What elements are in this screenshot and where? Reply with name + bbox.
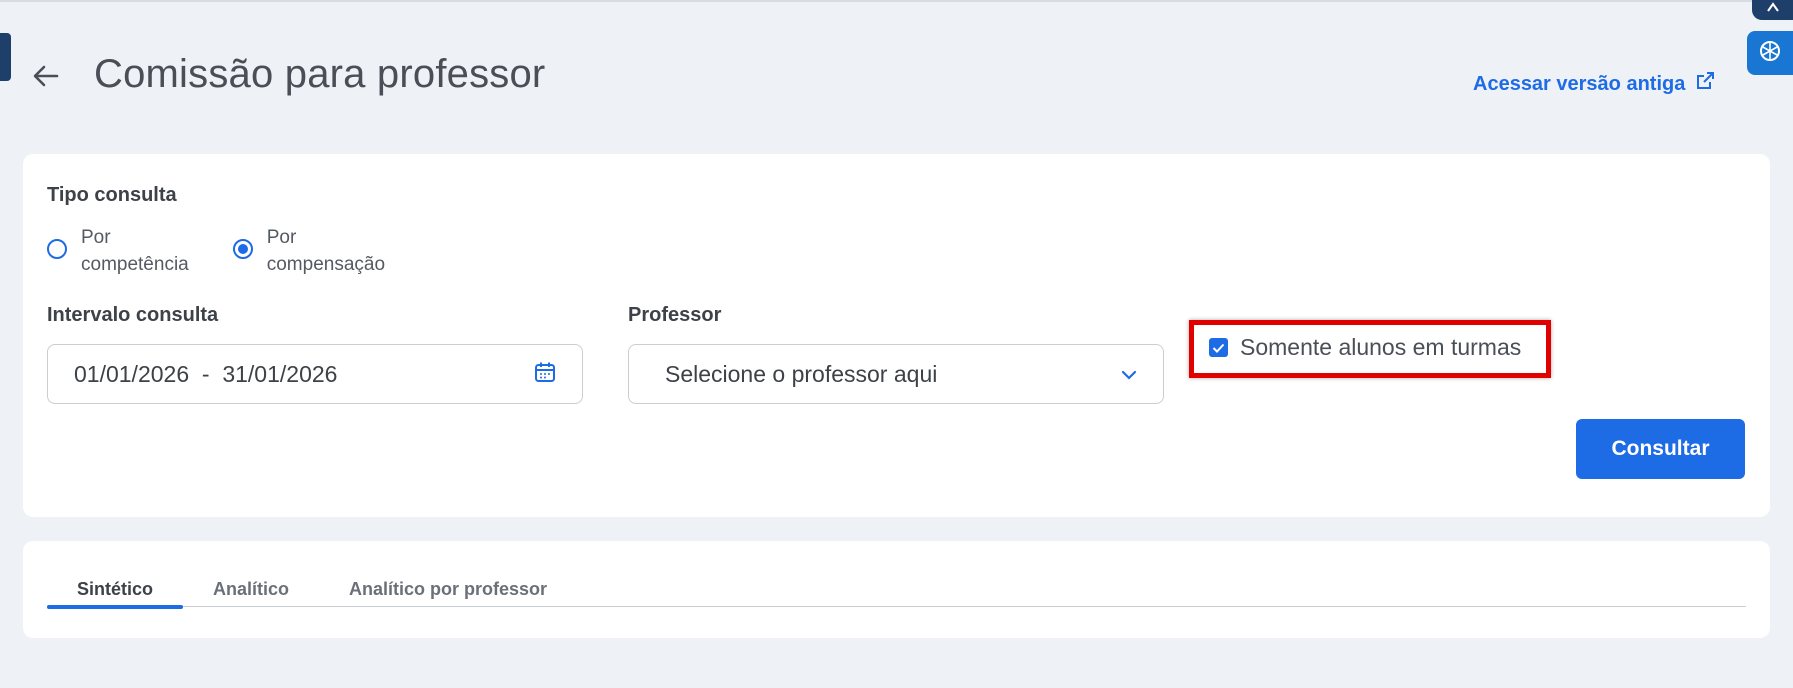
professor-label: Professor (628, 304, 722, 326)
calendar-icon[interactable] (534, 361, 556, 387)
arrow-left-icon (33, 65, 59, 91)
only-students-in-classes-checkbox[interactable]: Somente alunos em turmas (1209, 334, 1521, 361)
tab-sintetico[interactable]: Sintético (47, 571, 184, 609)
chevron-down-icon (1121, 365, 1137, 384)
extension-button[interactable] (1752, 0, 1793, 20)
radio-por-compensacao[interactable]: Por compensação (232, 224, 386, 278)
page-title: Comissão para professor (94, 52, 546, 96)
radio-label: Por competência (81, 227, 189, 275)
page: Comissão para professor Acessar versão a… (0, 0, 1793, 688)
query-type-label: Tipo consulta (47, 184, 177, 206)
results-tabs: Sintético Analítico Analítico por profes… (47, 571, 1746, 609)
interval-label: Intervalo consulta (47, 304, 219, 326)
old-version-label: Acessar versão antiga (1473, 72, 1686, 95)
query-type-radio-group: Por competência Por compensação (47, 224, 385, 278)
external-link-icon (1695, 71, 1715, 97)
top-divider (0, 0, 1793, 2)
side-menu-toggle[interactable] (0, 33, 11, 81)
date-range-value: 01/01/2026 - 31/01/2026 (74, 360, 338, 387)
back-button[interactable] (30, 62, 62, 94)
consultar-button[interactable]: Consultar (1576, 419, 1745, 479)
tab-analitico[interactable]: Analítico (183, 571, 319, 607)
date-range-picker[interactable]: 01/01/2026 - 31/01/2026 (47, 344, 583, 404)
checkbox-label: Somente alunos em turmas (1240, 334, 1522, 360)
radio-circle-selected[interactable] (232, 239, 253, 259)
radio-label: Por compensação (266, 227, 386, 275)
tab-analitico-por-professor[interactable]: Analítico por professor (319, 571, 577, 607)
checkbox-checked[interactable] (1209, 338, 1228, 357)
old-version-link[interactable]: Acessar versão antiga (1473, 71, 1715, 97)
professor-select[interactable]: Selecione o professor aqui (628, 344, 1164, 404)
professor-placeholder: Selecione o professor aqui (665, 360, 938, 387)
radio-circle[interactable] (47, 239, 67, 259)
filter-card: Tipo consulta Por competência Por compen… (23, 154, 1770, 517)
openai-icon (1757, 38, 1783, 68)
results-card: Sintético Analítico Analítico por profes… (23, 541, 1770, 638)
ai-assistant-button[interactable] (1747, 31, 1793, 75)
radio-por-competencia[interactable]: Por competência (47, 224, 189, 278)
puzzle-icon (1766, 0, 1780, 16)
